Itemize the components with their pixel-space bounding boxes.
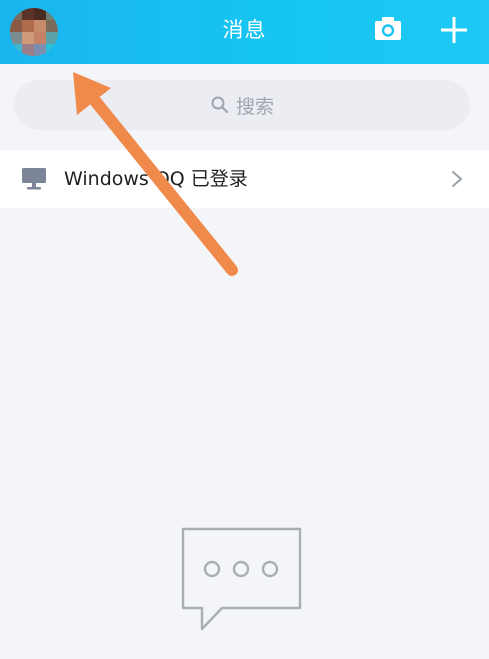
search-placeholder: 搜索 <box>235 95 274 118</box>
top-header: 消息 <box>0 0 489 64</box>
search-input[interactable]: 搜索 <box>14 80 470 130</box>
device-login-row[interactable]: Windows QQ 已登录 <box>0 150 489 208</box>
search-icon <box>211 96 229 114</box>
camera-button[interactable] <box>372 14 404 44</box>
monitor-icon <box>22 168 46 190</box>
chat-bubble-icon <box>181 527 302 631</box>
chevron-right-icon <box>452 171 462 187</box>
add-button[interactable] <box>438 14 470 46</box>
camera-icon <box>375 17 401 40</box>
plus-icon <box>441 17 467 43</box>
page-title: 消息 <box>222 18 267 42</box>
device-login-label: Windows QQ 已登录 <box>64 168 248 190</box>
